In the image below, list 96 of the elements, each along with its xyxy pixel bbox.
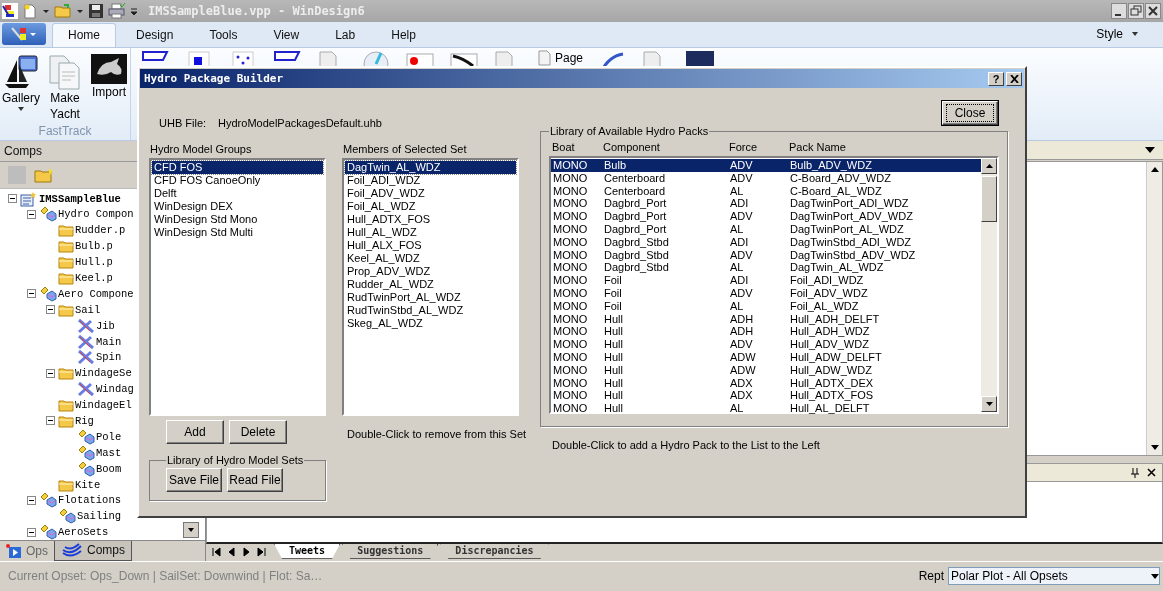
- table-cell-text: Hull: [604, 376, 624, 390]
- table-cell-text: DagTwinPort_AL_WDZ: [790, 223, 905, 236]
- table-cell-text: ADX: [730, 389, 754, 403]
- table-cell-text: Foil: [604, 299, 623, 313]
- table-cell-text: ADX: [730, 376, 754, 390]
- table-cell-text: Dagbrd_Stbd: [604, 235, 670, 249]
- table-cell-text: MONO: [553, 184, 589, 198]
- table-cell-text: Hull: [604, 312, 624, 326]
- table-cell-text: MONO: [553, 235, 589, 249]
- table-cell-text: ADI: [730, 274, 750, 287]
- table-cell-text: Hull: [604, 389, 624, 403]
- table-cell-text: Hull_ADTX_DEX: [790, 376, 875, 390]
- table-cell-text: ADW: [730, 363, 757, 377]
- table-cell-text: MONO: [553, 171, 589, 185]
- table-cell-text: Dagbrd_Port: [604, 223, 668, 236]
- table-cell-text: AL: [730, 299, 745, 313]
- column-header: Pack Name: [789, 141, 847, 153]
- table-cell-text: Centerboard: [604, 171, 667, 185]
- table-cell-text: Hull: [604, 363, 624, 377]
- table-cell-text: MONO: [553, 363, 589, 377]
- table-cell-text: MONO: [553, 376, 589, 390]
- table-cell-text: AL: [730, 223, 745, 236]
- table-cell-text: MONO: [553, 389, 589, 403]
- table-cell-text: Foil: [604, 286, 623, 300]
- table-cell-text: Foil_ADV_WDZ: [790, 286, 869, 300]
- table-cell-text: Hull_ADW_DELFT: [790, 350, 883, 364]
- table-cell-text: Hull_ADH_WDZ: [790, 325, 871, 339]
- table-cell-text: AL: [730, 184, 745, 198]
- table-cell-text: C-Board_ADV_WDZ: [790, 171, 892, 185]
- table-cell-text: ADH: [730, 312, 755, 326]
- table-cell-text: ADV: [730, 286, 754, 300]
- column-header: Boat: [552, 141, 576, 153]
- table-cell-text: Hull_AL_DELFT: [790, 402, 871, 415]
- table-cell-text: MONO: [553, 274, 589, 287]
- table-cell-text: Hull: [604, 338, 624, 351]
- table-cell-text: DagTwinPort_ADI_WDZ: [790, 197, 910, 211]
- table-cell-text: Dagbrd_Stbd: [604, 261, 670, 275]
- table-cell-text: ADV: [730, 171, 754, 185]
- table-cell-text: MONO: [553, 286, 589, 300]
- table-cell-text: ADI: [730, 235, 750, 249]
- table-cell-text: ADV: [730, 210, 754, 223]
- table-cell-text: DagTwinStbd_ADI_WDZ: [790, 235, 913, 249]
- list-label: Members of Selected Set: [342, 143, 468, 155]
- table-cell-text: MONO: [553, 350, 589, 364]
- table-cell-text: MONO: [553, 197, 589, 211]
- hint-text: Double-Click to add a Hydro Pack to the List to the Left: [552, 439, 821, 451]
- table-cell-text: Dagbrd_Stbd: [604, 248, 670, 262]
- column-header: Force: [729, 141, 759, 153]
- table-cell-text: MONO: [553, 402, 589, 415]
- table-cell-text: Hull_ADH_DELFT: [790, 312, 881, 326]
- table-cell-text: ADV: [730, 159, 754, 172]
- table-cell-text: MONO: [553, 338, 589, 351]
- table-cell-text: DagTwinStbd_ADV_WDZ: [790, 248, 917, 262]
- column-header: Component: [603, 141, 661, 153]
- group-label: FastTrack: [38, 123, 92, 138]
- table-cell-text: Hull: [604, 350, 624, 364]
- window-title: IMSSampleBlue.vpp - WinDesign6: [148, 3, 365, 18]
- table-cell-text: MONO: [553, 312, 589, 326]
- group-box-label: Library of Available Hydro Packs: [549, 125, 710, 137]
- table-cell-text: Hull_ADW_WDZ: [790, 363, 873, 377]
- table-cell-text: DagTwinPort_ADV_WDZ: [790, 210, 914, 223]
- table-cell-text: Hull_ADTX_FOS: [790, 389, 875, 403]
- status-text: Current Opset: Ops_Down | SailSet: Downwind | Flot: Sa…: [8, 569, 324, 584]
- table-cell-text: Dagbrd_Port: [604, 210, 668, 223]
- table-cell-text: AL: [730, 261, 745, 275]
- table-cell-text: C-Board_AL_WDZ: [790, 184, 883, 198]
- table-cell-text: MONO: [553, 325, 589, 339]
- table-cell-text: Foil_AL_WDZ: [790, 299, 860, 313]
- field-label: Rept: [918, 569, 944, 584]
- field-label: UHB File:: [159, 117, 207, 129]
- group-box-label: Library of Hydro Model Sets: [166, 454, 305, 466]
- table-cell-text: Hull_ADV_WDZ: [790, 338, 870, 351]
- table-cell-text: MONO: [553, 210, 589, 223]
- dialog-title: Hydro Package Builder: [144, 72, 285, 85]
- table-cell-text: MONO: [553, 248, 589, 262]
- table-cell-text: ADW: [730, 350, 757, 364]
- table-cell-text: Dagbrd_Port: [604, 197, 668, 211]
- table-cell-text: Hull: [604, 325, 624, 339]
- table-cell-text: ADI: [730, 197, 750, 211]
- table-cell-text: AL: [730, 402, 745, 415]
- table-cell-text: MONO: [553, 223, 589, 236]
- table-cell-text: ADV: [730, 248, 754, 262]
- table-cell-text: ADV: [730, 338, 754, 351]
- table-cell-text: MONO: [553, 261, 589, 275]
- table-cell-text: DagTwin_AL_WDZ: [790, 261, 885, 275]
- table-cell-text: Foil: [604, 274, 623, 287]
- hint-text: Double-Click to remove from this Set: [347, 428, 527, 440]
- table-cell-text: Hull: [604, 402, 624, 415]
- table-cell-text: MONO: [553, 299, 589, 313]
- table-cell-text: Bulb_ADV_WDZ: [790, 159, 873, 172]
- table-cell-text: ADH: [730, 325, 755, 339]
- table-cell-text: Bulb: [604, 159, 628, 172]
- table-cell-text: Foil_ADI_WDZ: [790, 274, 865, 287]
- table-cell-text: MONO: [553, 159, 589, 172]
- file-name: HydroModelPackagesDefault.uhb: [218, 117, 382, 129]
- table-cell-text: Centerboard: [604, 184, 667, 198]
